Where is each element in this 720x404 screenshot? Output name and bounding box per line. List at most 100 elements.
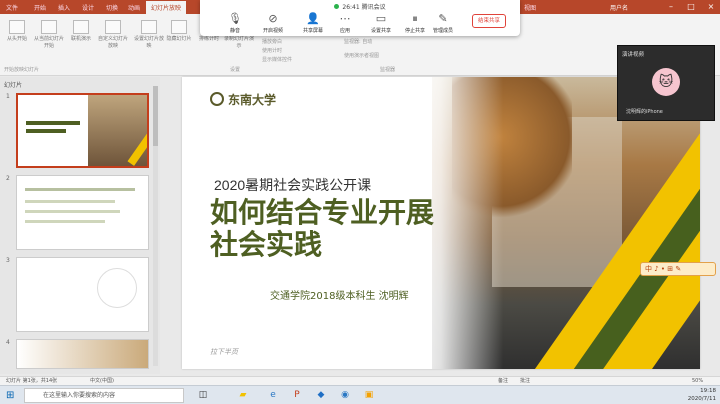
task-view-icon[interactable]: ◫: [196, 389, 210, 402]
from-beginning-button[interactable]: 从头开始: [2, 20, 32, 43]
slide-number: 1: [6, 93, 10, 100]
end-share-button[interactable]: 结束共享: [472, 14, 506, 28]
edge-icon[interactable]: e: [266, 389, 280, 402]
presenter-view-checkbox[interactable]: 使用演示者视图: [344, 52, 379, 59]
thumb-emblem: [97, 268, 137, 308]
slide-number: 2: [6, 175, 10, 182]
zoom-level[interactable]: 50%: [692, 377, 703, 385]
minimize-icon[interactable]: –: [666, 2, 676, 12]
share-settings-icon: ▭: [375, 12, 387, 25]
narration-checkbox[interactable]: 播放旁白: [262, 38, 282, 45]
annotate-button[interactable]: ✎ 管理成员: [426, 12, 460, 34]
file-explorer-icon[interactable]: ▰: [236, 389, 250, 402]
share-settings-button[interactable]: ▭ 设置共享: [364, 12, 398, 34]
meeting-app-icon[interactable]: ◉: [338, 389, 352, 402]
media-controls-checkbox[interactable]: 显示媒体控件: [262, 56, 292, 63]
thumb-title-line: [26, 129, 66, 133]
slide-thumbnail-3[interactable]: [16, 257, 149, 332]
clock-date: 2020/7/11: [687, 396, 716, 402]
tab-home[interactable]: 开始: [34, 3, 46, 12]
windows-start-icon[interactable]: ⊞: [6, 390, 14, 401]
speaker-video-panel[interactable]: 演讲视频 🐱 沈明辉的iPhone: [617, 45, 715, 121]
meeting-toolbar: 26:41 腾讯会议 🎙 静音 ⊘ 开启视频 👤 共享屏幕 ⋯ 应用 ▭ 设置共享 ⏸ 停止…: [200, 0, 520, 36]
online-icon: [73, 20, 89, 34]
thumb-text-line: [25, 200, 115, 203]
thumb-photo: [17, 340, 148, 368]
clock-time: 19:18: [700, 388, 716, 394]
microphone-icon: 🎙: [228, 12, 242, 25]
language-indicator: 中文(中国): [90, 378, 114, 384]
university-emblem-icon: [210, 92, 224, 106]
group-label-start: 开始放映幻灯片: [4, 67, 40, 73]
setup-icon: [141, 20, 157, 34]
windows-taskbar: ⊞ 在这里输入你要搜索的内容 ◫ ▰ e P ◆ ◉ ▣ 19:18 2020/7…: [0, 385, 720, 404]
taskbar-search-box[interactable]: 在这里输入你要搜索的内容: [24, 388, 184, 403]
participant-name: 沈明辉的iPhone: [626, 109, 663, 115]
slide-thumbnail-4[interactable]: [16, 339, 149, 369]
timing-checkbox[interactable]: 使用计时: [262, 47, 282, 54]
app-icon[interactable]: ◆: [314, 389, 328, 402]
slide-thumbnail-2[interactable]: [16, 175, 149, 250]
thumb-title-line: [26, 121, 80, 125]
tab-view[interactable]: 视图: [524, 3, 536, 12]
notes-button[interactable]: 备注: [498, 377, 508, 385]
more-icon: ⋯: [339, 12, 351, 25]
maximize-icon[interactable]: □: [686, 2, 696, 12]
tab-animations[interactable]: 动画: [128, 3, 140, 12]
video-button[interactable]: ⊘ 开启视频: [256, 12, 290, 34]
slide-number: 4: [6, 339, 10, 346]
tab-slideshow[interactable]: 幻灯片放映: [146, 1, 187, 14]
thumb-text-line: [25, 188, 135, 191]
comments-button[interactable]: 批注: [520, 377, 530, 385]
apps-button[interactable]: ⋯ 应用: [328, 12, 362, 34]
tab-transitions[interactable]: 切换: [106, 3, 118, 12]
slide-counter: 幻灯片 第1张，共14张: [6, 378, 58, 384]
slide-thumbnail-pane: 幻灯片 1 2 3 4: [0, 77, 160, 374]
taskbar-clock[interactable]: 19:18 2020/7/11: [688, 387, 716, 403]
hide-icon: [171, 20, 187, 34]
tab-design[interactable]: 设计: [82, 3, 94, 12]
thumb-text-line: [25, 220, 105, 223]
store-icon[interactable]: ▣: [362, 389, 376, 402]
university-logo: 东南大学: [210, 91, 276, 108]
ime-floating-toolbar[interactable]: 中 ♪ • ⊞ ✎: [640, 262, 716, 276]
tab-file[interactable]: 文件: [6, 3, 18, 12]
group-label-setup: 设置: [230, 67, 241, 73]
slide-subtitle: 2020暑期社会实践公开课: [214, 177, 372, 193]
custom-show-button[interactable]: 自定义幻灯片放映: [98, 20, 128, 50]
custom-show-icon: [105, 20, 121, 34]
share-screen-button[interactable]: 👤 共享屏幕: [296, 12, 330, 34]
online-present-button[interactable]: 联机演示: [66, 20, 96, 43]
annotate-icon: ✎: [438, 12, 448, 25]
mute-button[interactable]: 🎙 静音: [218, 12, 252, 34]
slide-signature: 拉下半页: [210, 348, 238, 356]
meeting-time: 26:41: [342, 4, 360, 11]
status-bar: 幻灯片 第1张，共14张 中文(中国) 备注 批注 50%: [0, 376, 720, 385]
scrollbar-thumb[interactable]: [153, 86, 158, 146]
monitor-select[interactable]: 监视器: 自动: [344, 38, 372, 45]
group-label-monitors: 监视器: [380, 67, 396, 73]
from-current-button[interactable]: 从当前幻灯片开始: [34, 20, 64, 50]
video-header: 演讲视频: [622, 52, 645, 58]
slide-number: 3: [6, 257, 10, 264]
thumbnail-pane-header: 幻灯片: [4, 82, 23, 89]
thumbnail-scrollbar[interactable]: [153, 86, 158, 366]
signal-icon: [334, 4, 340, 9]
slide-author: 交通学院2018级本科生 沈明辉: [270, 291, 409, 302]
hide-slide-button[interactable]: 隐藏幻灯片: [164, 20, 194, 43]
setup-show-button[interactable]: 设置幻灯片放映: [134, 20, 164, 50]
tab-insert[interactable]: 插入: [58, 3, 70, 12]
thumb-text-line: [25, 210, 120, 213]
slide-thumbnail-1[interactable]: [16, 93, 149, 168]
camera-off-icon: ⊘: [268, 12, 278, 25]
slide-title: 如何结合专业开展社会实践: [210, 197, 435, 260]
members-icon: 👤: [306, 12, 320, 25]
close-icon[interactable]: ×: [706, 2, 716, 12]
slideshow-icon: [9, 20, 25, 34]
slideshow-current-icon: [41, 20, 57, 34]
meeting-header: 26:41 腾讯会议: [200, 2, 520, 11]
meeting-app-name: 腾讯会议: [361, 4, 386, 11]
user-name[interactable]: 用户名: [610, 3, 628, 12]
avatar: 🐱: [652, 68, 680, 96]
powerpoint-icon[interactable]: P: [290, 389, 304, 402]
